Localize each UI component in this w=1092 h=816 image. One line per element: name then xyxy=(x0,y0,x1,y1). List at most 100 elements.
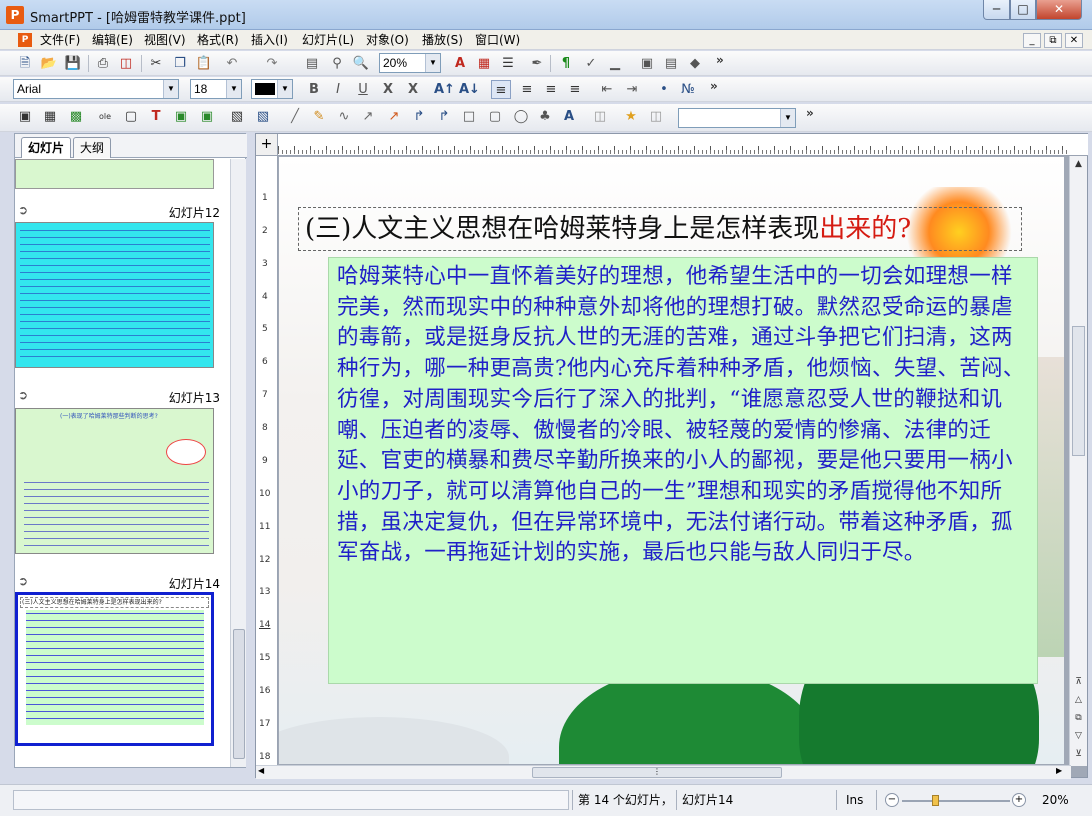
list-icon[interactable]: ☰ xyxy=(498,54,518,73)
close-button[interactable]: ✕ xyxy=(1036,0,1082,20)
decrease-indent-icon[interactable]: ⇤ xyxy=(597,80,617,99)
zoom-select[interactable]: 20% ▼ xyxy=(379,53,441,73)
font-size-select[interactable]: 18 ▼ xyxy=(190,79,242,99)
textbox-icon[interactable]: T xyxy=(146,107,166,126)
mdi-restore-button[interactable]: ⧉ xyxy=(1044,33,1062,48)
page-setup-icon[interactable]: ▤ xyxy=(302,54,322,73)
rounded-rectangle-icon[interactable]: ▢ xyxy=(485,107,505,126)
align-right-icon[interactable]: ≡ xyxy=(541,80,561,99)
next-slide-icon[interactable]: ▽ xyxy=(1071,728,1086,745)
arrow-icon[interactable]: ↗ xyxy=(358,107,378,126)
scrollbar-thumb[interactable] xyxy=(233,629,245,759)
ruler-corner[interactable]: + xyxy=(256,134,278,156)
slide-canvas[interactable]: (三)人文主义思想在哈姆莱特身上是怎样表现出来的? 哈姆莱特心中一直怀着美好的理… xyxy=(279,157,1064,764)
clear-format-button[interactable]: X xyxy=(403,80,423,99)
shrink-font-icon[interactable]: A↓ xyxy=(459,80,480,99)
menu-window[interactable]: 窗口(W) xyxy=(473,32,522,48)
align-objects-icon[interactable]: ◫ xyxy=(590,107,610,126)
ole-icon[interactable]: ole xyxy=(95,107,115,126)
zoom-in-button[interactable]: + xyxy=(1012,793,1026,807)
italic-button[interactable]: I xyxy=(328,80,348,99)
zoom-slider-track[interactable] xyxy=(902,800,1010,802)
scroll-up-icon[interactable]: ▲ xyxy=(1071,156,1086,173)
align-left-icon[interactable]: ≡ xyxy=(491,80,511,99)
copy-icon[interactable]: ❐ xyxy=(170,54,190,73)
align-center-icon[interactable]: ≡ xyxy=(517,80,537,99)
content-box-icon[interactable]: ▣ xyxy=(197,107,217,126)
redo-icon[interactable]: ↷ xyxy=(262,54,282,73)
menu-slide[interactable]: 幻灯片(L) xyxy=(300,32,356,48)
curve-icon[interactable]: ∿ xyxy=(334,107,354,126)
text-color-icon[interactable]: A xyxy=(450,54,470,73)
increase-indent-icon[interactable]: ⇥ xyxy=(622,80,642,99)
ungroup-icon[interactable]: ▧ xyxy=(253,107,273,126)
maximize-button[interactable]: □ xyxy=(1010,0,1036,20)
first-slide-icon[interactable]: ⊼ xyxy=(1071,674,1086,691)
pencil-icon[interactable]: ✎ xyxy=(309,107,329,126)
title-box-icon[interactable]: ▣ xyxy=(171,107,191,126)
grid-icon[interactable]: ▦ xyxy=(40,107,60,126)
rectangle-icon[interactable]: □ xyxy=(459,107,479,126)
menu-file[interactable]: 文件(F) xyxy=(38,32,82,48)
menu-edit[interactable]: 编辑(E) xyxy=(90,32,135,48)
shapes-icon[interactable]: ♣ xyxy=(535,107,555,126)
save-icon[interactable]: 💾 xyxy=(63,54,83,73)
editor-horizontal-scrollbar[interactable]: ◀ ⋮ ▶ xyxy=(256,765,1071,779)
editor-vertical-scrollbar[interactable]: ▲ ⊼ △ ⧉ ▽ ⊻ xyxy=(1069,156,1087,766)
slide-body-textbox[interactable]: 哈姆莱特心中一直怀着美好的理想，他希望生活中的一切会如理想一样完美，然而现实中的… xyxy=(328,257,1038,684)
slide-thumbnail-12[interactable] xyxy=(15,222,214,368)
paragraph-icon[interactable]: ¶ xyxy=(556,54,576,73)
menu-play[interactable]: 播放(S) xyxy=(420,32,465,48)
horizontal-ruler[interactable] xyxy=(278,134,1088,156)
pdf-icon[interactable]: ◫ xyxy=(116,54,136,73)
zoom-slider-handle[interactable] xyxy=(932,795,939,806)
chart-icon[interactable]: ▁ xyxy=(605,54,625,73)
group-icon[interactable]: ▧ xyxy=(227,107,247,126)
bold-button[interactable]: B xyxy=(304,80,324,99)
insert-table-icon[interactable]: ▦ xyxy=(474,54,494,73)
slide-thumbnail-list[interactable]: ➲ 幻灯片12 ➲ 幻灯片13 (一)表现了哈姆莱特那些判断的思考? ➲ 幻灯片… xyxy=(15,159,230,767)
toolbar-overflow-icon[interactable]: » xyxy=(806,106,814,120)
tab-outline[interactable]: 大纲 xyxy=(73,137,112,158)
vertical-ruler[interactable]: 1 2 3 4 5 6 7 8 9 10 11 12 13 14 15 16 1… xyxy=(256,156,278,766)
justify-icon[interactable]: ≡ xyxy=(565,80,585,99)
undo-icon[interactable]: ↶ xyxy=(222,54,242,73)
new-icon[interactable]: 🗎 xyxy=(15,54,35,73)
menu-object[interactable]: 对象(O) xyxy=(364,32,411,48)
previous-slide-icon[interactable]: △ xyxy=(1071,692,1086,709)
scrollbar-thumb[interactable] xyxy=(1072,326,1085,456)
scroll-right-icon[interactable]: ▶ xyxy=(1056,766,1062,775)
document-icon[interactable]: P xyxy=(18,33,32,47)
frame-icon[interactable]: ▣ xyxy=(15,107,35,126)
present-icon[interactable]: ▤ xyxy=(661,54,681,73)
scroll-left-icon[interactable]: ◀ xyxy=(258,766,264,775)
toolbar-overflow-icon[interactable]: » xyxy=(716,53,724,67)
last-slide-icon[interactable]: ⊻ xyxy=(1071,746,1086,763)
format-brush-icon[interactable]: ✒ xyxy=(527,54,547,73)
slide-thumbnail-13[interactable]: (一)表现了哈姆莱特那些判断的思考? xyxy=(15,408,214,554)
zoom-page-icon[interactable]: ⚲ xyxy=(327,54,347,73)
strikethrough-button[interactable]: X xyxy=(378,80,398,99)
slide-panel-scrollbar[interactable] xyxy=(230,159,246,767)
grow-font-icon[interactable]: A↑ xyxy=(434,80,455,99)
toolbar-overflow-icon[interactable]: » xyxy=(710,79,718,93)
placeholder-icon[interactable]: ▢ xyxy=(121,107,141,126)
minimize-button[interactable]: ─ xyxy=(983,0,1010,20)
slide-view-icon[interactable]: ⧉ xyxy=(1071,710,1086,727)
elbow-connector-icon[interactable]: ↱ xyxy=(409,107,429,126)
animation-icon[interactable]: ◫ xyxy=(646,107,666,126)
open-icon[interactable]: 📂 xyxy=(39,54,59,73)
slide-title[interactable]: (三)人文主义思想在哈姆莱特身上是怎样表现出来的? xyxy=(298,207,1022,251)
slide-thumbnail-14[interactable]: (三)人文主义思想在哈姆莱特身上是怎样表现出来的? xyxy=(15,592,214,746)
tab-slides[interactable]: 幻灯片 xyxy=(21,137,72,158)
menu-format[interactable]: 格式(R) xyxy=(195,32,241,48)
line-icon[interactable]: ╱ xyxy=(285,107,305,126)
cut-icon[interactable]: ✂ xyxy=(146,54,166,73)
connector-icon[interactable]: ↗ xyxy=(384,107,404,126)
print-icon[interactable]: ⎙ xyxy=(93,54,113,73)
mdi-close-button[interactable]: ✕ xyxy=(1065,33,1083,48)
ellipse-icon[interactable]: ◯ xyxy=(511,107,531,126)
color-select[interactable]: ▼ xyxy=(251,79,293,99)
numbering-icon[interactable]: № xyxy=(678,80,698,99)
spellcheck-icon[interactable]: ✓ xyxy=(581,54,601,73)
